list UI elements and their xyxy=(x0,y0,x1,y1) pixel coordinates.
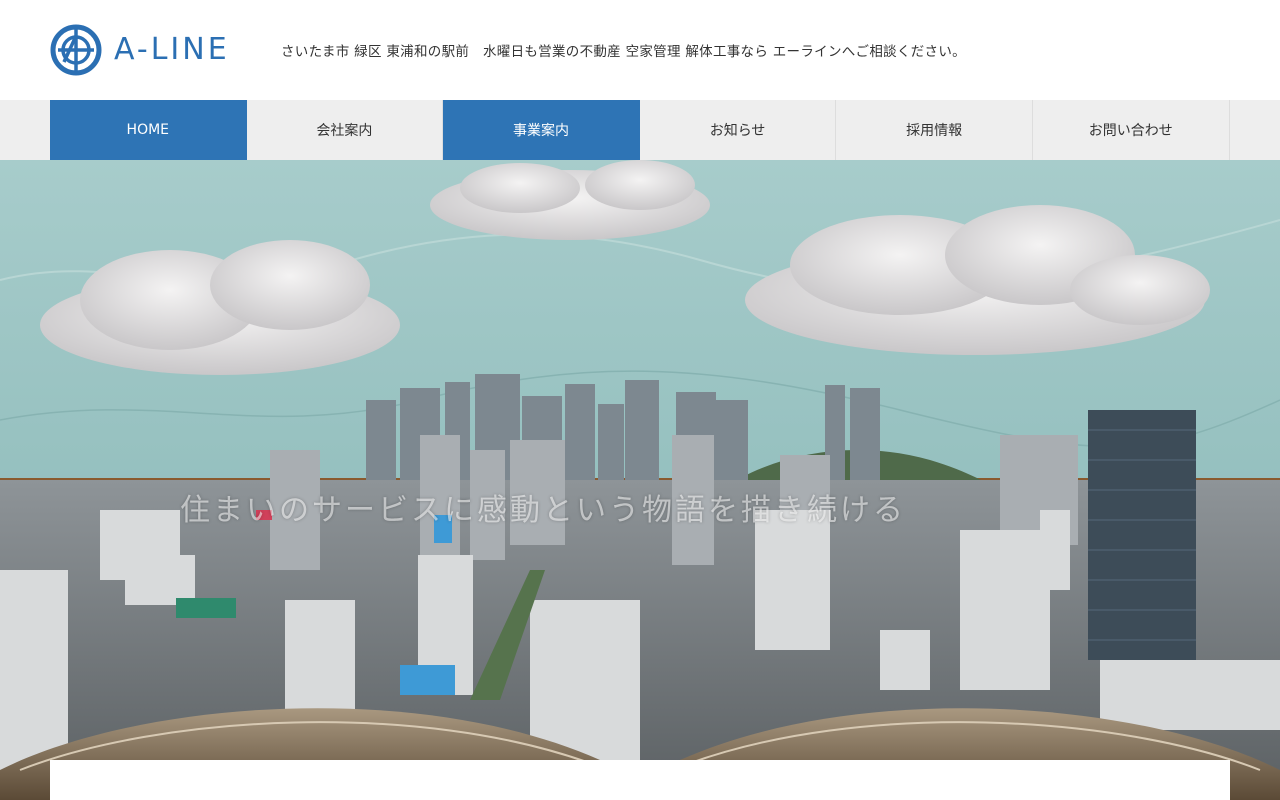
hero-cityscape-image xyxy=(0,160,1280,800)
header-tagline: さいたま市 緑区 東浦和の駅前 水曜日も営業の不動産 空家管理 解体工事なら エ… xyxy=(281,44,966,60)
nav-item-home[interactable]: HOME xyxy=(50,100,247,160)
nav-item-contact[interactable]: お問い合わせ xyxy=(1033,100,1230,160)
site-header: A-LINE さいたま市 緑区 東浦和の駅前 水曜日も営業の不動産 空家管理 解… xyxy=(0,0,1280,100)
nav-item-business[interactable]: 事業案内 xyxy=(443,100,640,160)
nav-item-company[interactable]: 会社案内 xyxy=(247,100,444,160)
hero-caption: 住まいのサービスに感動という物語を描き続ける xyxy=(180,493,906,528)
brand-name: A-LINE xyxy=(114,32,230,67)
logo-mark-icon xyxy=(50,24,102,76)
hero-visual: 住まいのサービスに感動という物語を描き続ける xyxy=(0,160,1280,800)
nav-item-news[interactable]: お知らせ xyxy=(640,100,837,160)
global-nav: HOME 会社案内 事業案内 お知らせ 採用情報 お問い合わせ xyxy=(0,100,1280,160)
site-logo[interactable]: A-LINE xyxy=(50,24,230,76)
nav-item-recruit[interactable]: 採用情報 xyxy=(836,100,1033,160)
content-card xyxy=(50,760,1230,800)
